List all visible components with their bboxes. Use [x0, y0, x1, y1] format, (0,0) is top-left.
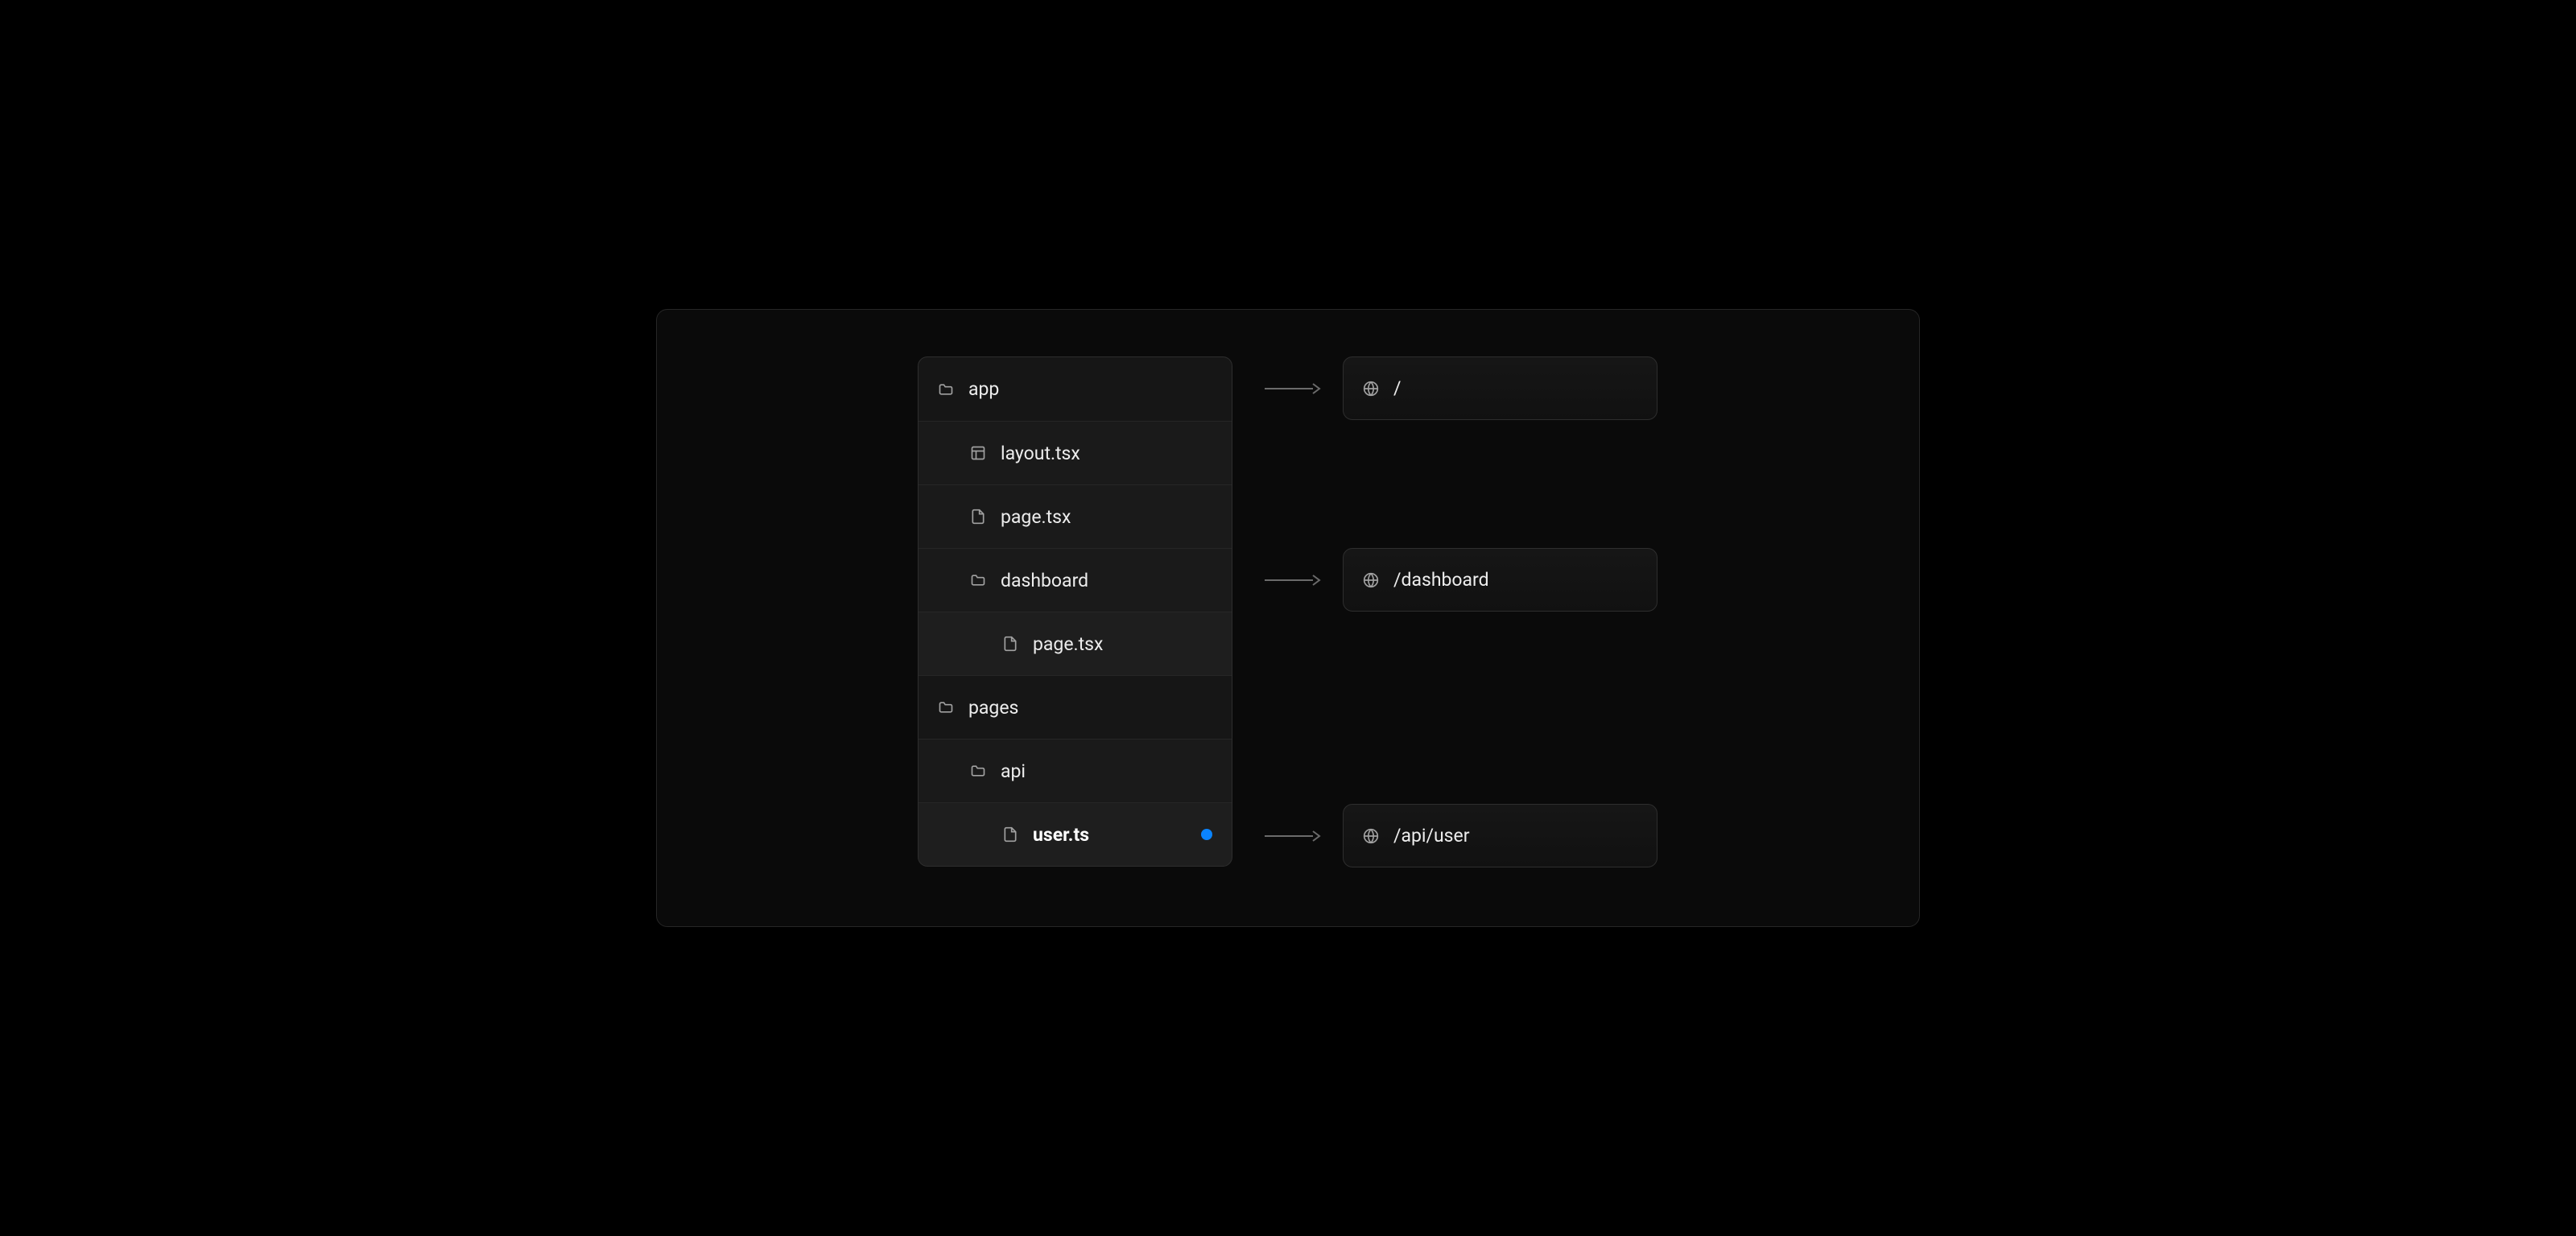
tree-item-dashboard-page-tsx[interactable]: page.tsx: [919, 612, 1232, 675]
tree-item-label: layout.tsx: [1001, 443, 1080, 464]
tree-item-pages[interactable]: pages: [919, 675, 1232, 739]
tree-item-label: api: [1001, 760, 1026, 782]
route-path: /api/user: [1393, 825, 1470, 847]
tree-item-user-ts[interactable]: user.ts: [919, 802, 1232, 866]
folder-icon: [970, 572, 986, 588]
route-path: /: [1393, 377, 1402, 399]
tree-item-dashboard[interactable]: dashboard: [919, 548, 1232, 612]
tree-item-label: dashboard: [1001, 570, 1088, 591]
file-tree: app layout.tsx page.tsx dashboard page.t…: [918, 356, 1232, 867]
routing-diagram-frame: app layout.tsx page.tsx dashboard page.t…: [656, 309, 1920, 927]
arrow-right-icon: [1265, 835, 1321, 837]
tree-item-label: page.tsx: [1001, 506, 1071, 528]
tree-item-label: pages: [968, 697, 1018, 719]
folder-icon: [970, 763, 986, 779]
tree-item-label: user.ts: [1033, 824, 1089, 846]
route-path: /dashboard: [1393, 569, 1489, 591]
file-icon: [970, 509, 986, 525]
globe-icon: [1363, 828, 1379, 844]
tree-item-label: app: [968, 378, 999, 400]
tree-item-api[interactable]: api: [919, 739, 1232, 802]
route-box-api-user: /api/user: [1343, 804, 1657, 867]
tree-item-layout-tsx[interactable]: layout.tsx: [919, 421, 1232, 484]
file-icon: [1002, 826, 1018, 843]
tree-item-label: page.tsx: [1033, 633, 1103, 655]
folder-icon: [938, 699, 954, 715]
layout-icon: [970, 445, 986, 461]
folder-icon: [938, 381, 954, 398]
route-box-dashboard: /dashboard: [1343, 548, 1657, 612]
file-icon: [1002, 636, 1018, 652]
route-box-root: /: [1343, 356, 1657, 420]
arrow-right-icon: [1265, 388, 1321, 389]
globe-icon: [1363, 381, 1379, 397]
tree-item-app[interactable]: app: [919, 357, 1232, 421]
tree-item-page-tsx[interactable]: page.tsx: [919, 484, 1232, 548]
arrow-right-icon: [1265, 579, 1321, 581]
globe-icon: [1363, 572, 1379, 588]
active-dot-icon: [1201, 829, 1212, 840]
